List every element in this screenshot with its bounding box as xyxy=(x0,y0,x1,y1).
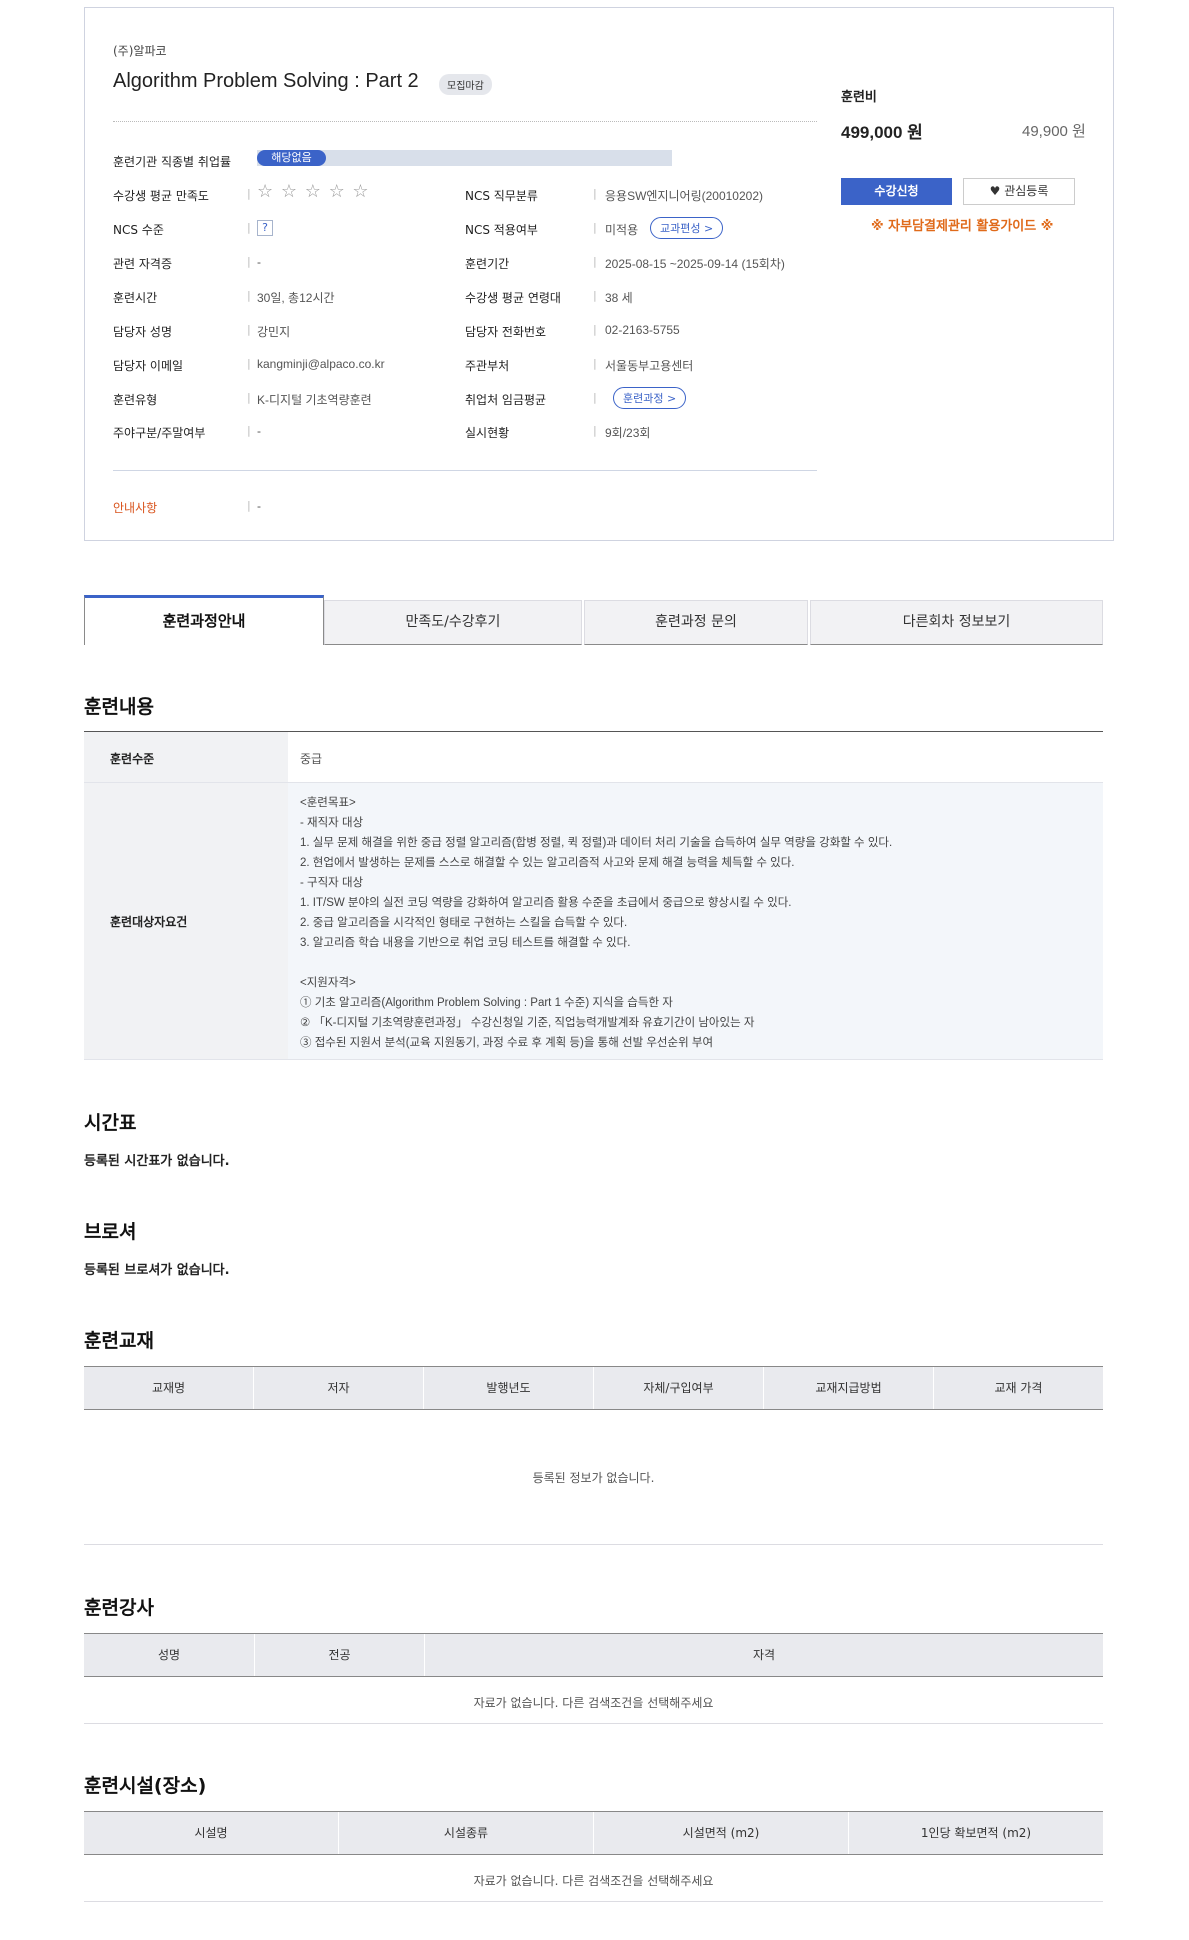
content-line: 1. IT/SW 분야의 실전 코딩 역량을 강화하여 알고리즘 활용 수준을 … xyxy=(300,897,792,909)
info-value: 30일, 총12시간 xyxy=(257,291,335,305)
column-header: 시설명 xyxy=(194,1826,228,1840)
content-line: ① 기초 알고리즘(Algorithm Problem Solving : Pa… xyxy=(300,997,673,1009)
content-line: ② 「K-디지털 기초역량훈련과정」 수강신청일 기준, 직업능력개발계좌 유효… xyxy=(300,1017,755,1029)
fee-self-pay: 49,900 원 xyxy=(1022,123,1086,140)
column-header: 교재지급방법 xyxy=(763,1367,933,1409)
info-label: 담당자 성명 xyxy=(113,325,173,339)
info-value: - xyxy=(257,255,261,269)
content-line: - 구직자 대상 xyxy=(300,877,364,889)
notice-value: - xyxy=(257,499,261,513)
schedule-empty-message: 등록된 시간표가 없습니다. xyxy=(84,1154,230,1169)
fee-main: 499,000 원 xyxy=(841,123,923,142)
info-label: 주야구분/주말여부 xyxy=(113,426,206,440)
info-label: 수강생 평균 연령대 xyxy=(465,291,561,305)
column-header: 시설종류 xyxy=(338,1812,593,1854)
tab-other-sessions[interactable]: 다른회차 정보보기 xyxy=(810,600,1103,645)
rating-stars-icon: ☆ ☆ ☆ ☆ ☆ xyxy=(257,181,370,202)
instructor-empty-message: 자료가 없습니다. 다른 검색조건을 선택해주세요 xyxy=(473,1696,714,1710)
info-label: NCS 직무분류 xyxy=(465,189,538,203)
column-header: 교재 가격 xyxy=(933,1367,1103,1409)
like-button[interactable]: ♥ 관심등록 xyxy=(963,178,1075,205)
section-title-facility: 훈련시설(장소) xyxy=(84,1775,207,1797)
info-label: 담당자 이메일 xyxy=(113,359,184,373)
content-line: ③ 접수된 지원서 분석(교육 지원동기, 과정 수료 후 계획 등)을 통해 … xyxy=(300,1037,714,1049)
textbook-empty-message: 등록된 정보가 없습니다. xyxy=(532,1471,655,1485)
info-label: NCS 수준 xyxy=(113,223,164,237)
info-value: - xyxy=(257,424,261,438)
apply-button[interactable]: 수강신청 xyxy=(841,178,952,205)
content-line: <지원자격> xyxy=(300,977,356,989)
brochure-empty-message: 등록된 브로셔가 없습니다. xyxy=(84,1263,230,1278)
instructor-table-header: 성명 전공 자격 xyxy=(84,1633,1103,1677)
info-label: 훈련기간 xyxy=(465,257,510,271)
status-badge: 모집마감 xyxy=(439,74,492,95)
tab-inquiry[interactable]: 훈련과정 문의 xyxy=(584,600,808,645)
target-label: 훈련대상자요건 xyxy=(110,915,188,929)
info-value: 서울동부고용센터 xyxy=(605,359,694,373)
content-line: - 재직자 대상 xyxy=(300,817,364,829)
content-line: <훈련목표> xyxy=(300,797,356,809)
level-label: 훈련수준 xyxy=(110,752,155,766)
column-header: 발행년도 xyxy=(423,1367,593,1409)
section-title-brochure: 브로셔 xyxy=(84,1221,137,1243)
info-value: 강민지 xyxy=(257,325,291,339)
info-value: 2025-08-15 ~2025-09-14 (15회차) xyxy=(605,257,785,271)
column-header: 자격 xyxy=(424,1634,1103,1676)
level-value: 중급 xyxy=(300,752,323,766)
section-title-instructor: 훈련강사 xyxy=(84,1597,154,1619)
facility-empty-message: 자료가 없습니다. 다른 검색조건을 선택해주세요 xyxy=(473,1874,714,1888)
notice-label: 안내사항 xyxy=(113,501,158,515)
info-value: 응용SW엔지니어링(20010202) xyxy=(605,189,763,203)
tab-reviews[interactable]: 만족도/수강후기 xyxy=(324,600,582,645)
textbook-table-header: 교재명 저자 발행년도 자체/구입여부 교재지급방법 교재 가격 xyxy=(84,1366,1103,1410)
payment-guide-link[interactable]: ※ 자부담결제관리 활용가이드 ※ xyxy=(871,215,1053,234)
info-label: 실시현황 xyxy=(465,426,510,440)
org-name: (주)알파코 xyxy=(113,44,167,58)
like-button-label: 관심등록 xyxy=(1004,184,1049,198)
info-label: 훈련시간 xyxy=(113,291,158,305)
curriculum-link[interactable]: 교과편성 > xyxy=(650,217,724,239)
employment-bar-value: 해당없음 xyxy=(257,150,326,166)
info-label: 훈련유형 xyxy=(113,393,158,407)
info-value: 38 세 xyxy=(605,291,633,305)
course-summary-box: (주)알파코 Algorithm Problem Solving : Part … xyxy=(84,7,1114,541)
column-header: 시설면적 (m2) xyxy=(593,1812,848,1854)
section-title-textbook: 훈련교재 xyxy=(84,1330,154,1352)
info-label: NCS 적용여부 xyxy=(465,223,538,237)
training-course-link[interactable]: 훈련과정 > xyxy=(613,387,687,409)
content-line: 2. 현업에서 발생하는 문제를 스스로 해결할 수 있는 알고리즘적 사고와 … xyxy=(300,857,795,869)
help-icon[interactable]: ? xyxy=(257,220,273,236)
section-title-schedule: 시간표 xyxy=(84,1112,137,1134)
content-line: 2. 중급 알고리즘을 시각적인 형태로 구현하는 스킬을 습득할 수 있다. xyxy=(300,917,628,929)
column-header: 1인당 확보면적 (m2) xyxy=(848,1812,1103,1854)
heart-icon: ♥ xyxy=(989,184,1001,198)
tab-course-info[interactable]: 훈련과정안내 xyxy=(84,595,324,645)
info-label: 관련 자격증 xyxy=(113,257,173,271)
course-title: Algorithm Problem Solving : Part 2 xyxy=(113,70,419,92)
column-header: 교재명 xyxy=(151,1381,186,1395)
section-title-content: 훈련내용 xyxy=(84,696,154,718)
info-value: K-디지털 기초역량훈련 xyxy=(257,393,372,407)
column-header: 자체/구입여부 xyxy=(593,1367,763,1409)
contact-email: kangminji@alpaco.co.kr xyxy=(257,357,385,371)
column-header: 전공 xyxy=(254,1634,424,1676)
facility-table-header: 시설명 시설종류 시설면적 (m2) 1인당 확보면적 (m2) xyxy=(84,1811,1103,1855)
divider xyxy=(113,121,817,122)
divider xyxy=(113,470,817,471)
info-value: 미적용 xyxy=(605,223,639,237)
info-label: 주관부처 xyxy=(465,359,510,373)
info-label: 담당자 전화번호 xyxy=(465,325,547,339)
content-line: 1. 실무 문제 해결을 위한 중급 정렬 알고리즘(합병 정렬, 퀵 정렬)과… xyxy=(300,837,893,849)
info-label: 수강생 평균 만족도 xyxy=(113,189,209,203)
column-header: 저자 xyxy=(253,1367,423,1409)
fee-label: 훈련비 xyxy=(841,90,877,105)
column-header: 성명 xyxy=(157,1648,181,1662)
info-label: 취업처 임금평균 xyxy=(465,393,547,407)
content-line: 3. 알고리즘 학습 내용을 기반으로 취업 코딩 테스트를 해결할 수 있다. xyxy=(300,937,631,949)
info-value: 02-2163-5755 xyxy=(605,323,680,337)
employment-label: 훈련기관 직종별 취업률 xyxy=(113,155,232,169)
info-value: 9회/23회 xyxy=(605,426,651,440)
